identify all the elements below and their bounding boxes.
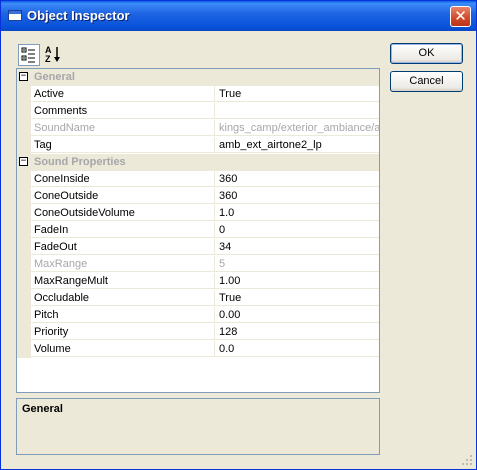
title-bar[interactable]: Object Inspector ✕ bbox=[1, 1, 476, 31]
property-row[interactable]: ConeOutsideVolume 1.0 bbox=[17, 205, 379, 222]
property-name: Volume bbox=[31, 341, 215, 357]
property-row[interactable]: Pitch 0.00 bbox=[17, 307, 379, 324]
row-gutter bbox=[17, 324, 31, 341]
property-name: Tag bbox=[31, 137, 215, 153]
property-name: ConeOutsideVolume bbox=[31, 205, 215, 221]
property-value[interactable]: 360 bbox=[215, 171, 379, 187]
property-name: SoundName bbox=[31, 120, 215, 136]
category-row[interactable]: − Sound Properties bbox=[17, 154, 379, 171]
property-row[interactable]: ConeOutside 360 bbox=[17, 188, 379, 205]
sort-az-icon: A Z bbox=[45, 45, 60, 64]
row-gutter bbox=[17, 222, 31, 239]
property-value[interactable]: 1.00 bbox=[215, 273, 379, 289]
category-label: General bbox=[34, 71, 75, 83]
close-button[interactable]: ✕ bbox=[450, 6, 471, 27]
property-name: MaxRangeMult bbox=[31, 273, 215, 289]
property-value[interactable]: True bbox=[215, 86, 379, 102]
window-icon bbox=[8, 10, 22, 21]
row-gutter bbox=[17, 341, 31, 358]
property-name: ConeOutside bbox=[31, 188, 215, 204]
property-name: FadeIn bbox=[31, 222, 215, 238]
property-value: kings_camp/exterior_ambiance/amb_ bbox=[215, 120, 379, 136]
property-row[interactable]: SoundNamekings_camp/exterior_ambiance/am… bbox=[17, 120, 379, 137]
row-gutter bbox=[17, 188, 31, 205]
description-panel: General bbox=[16, 398, 380, 455]
categorized-view-button[interactable] bbox=[18, 44, 40, 66]
categorized-icon bbox=[21, 47, 35, 63]
property-name: ConeInside bbox=[31, 171, 215, 187]
svg-text:Z: Z bbox=[45, 54, 51, 64]
property-value[interactable]: amb_ext_airtone2_lp bbox=[215, 137, 379, 153]
category-label: Sound Properties bbox=[34, 156, 126, 168]
property-row[interactable]: Tag amb_ext_airtone2_lp bbox=[17, 137, 379, 154]
description-title: General bbox=[22, 403, 63, 415]
property-value[interactable]: 34 bbox=[215, 239, 379, 255]
row-gutter bbox=[17, 256, 31, 273]
row-gutter bbox=[17, 103, 31, 120]
row-gutter bbox=[17, 273, 31, 290]
row-gutter bbox=[17, 307, 31, 324]
property-row[interactable]: Occludable True bbox=[17, 290, 379, 307]
property-value[interactable]: 0 bbox=[215, 222, 379, 238]
property-row[interactable]: Comments bbox=[17, 103, 379, 120]
row-gutter bbox=[17, 205, 31, 222]
category-row[interactable]: − General bbox=[17, 69, 379, 86]
property-value[interactable]: 128 bbox=[215, 324, 379, 340]
row-gutter bbox=[17, 137, 31, 154]
collapse-icon[interactable]: − bbox=[19, 157, 28, 166]
ok-button[interactable]: OK bbox=[390, 43, 463, 64]
property-value[interactable]: True bbox=[215, 290, 379, 306]
row-gutter bbox=[17, 86, 31, 103]
property-name: Comments bbox=[31, 103, 215, 119]
property-row[interactable]: ConeInside 360 bbox=[17, 171, 379, 188]
property-row[interactable]: Priority 128 bbox=[17, 324, 379, 341]
property-row[interactable]: MaxRange 5 bbox=[17, 256, 379, 273]
row-gutter bbox=[17, 120, 31, 137]
alphabetical-sort-button[interactable]: A Z bbox=[43, 44, 65, 66]
property-row[interactable]: Active True bbox=[17, 86, 379, 103]
object-inspector-window: Object Inspector ✕ A Z − General Active Tru… bbox=[0, 0, 477, 470]
property-value[interactable]: 1.0 bbox=[215, 205, 379, 221]
row-gutter bbox=[17, 239, 31, 256]
property-name: MaxRange bbox=[31, 256, 215, 272]
resize-grip-icon[interactable] bbox=[461, 454, 473, 466]
property-name: FadeOut bbox=[31, 239, 215, 255]
property-row[interactable]: FadeOut 34 bbox=[17, 239, 379, 256]
property-value: 5 bbox=[215, 256, 379, 272]
property-value[interactable]: 360 bbox=[215, 188, 379, 204]
row-gutter bbox=[17, 290, 31, 307]
property-value[interactable]: 0.00 bbox=[215, 307, 379, 323]
property-name: Occludable bbox=[31, 290, 215, 306]
property-name: Pitch bbox=[31, 307, 215, 323]
close-icon: ✕ bbox=[454, 7, 467, 25]
cancel-button[interactable]: Cancel bbox=[390, 71, 463, 92]
property-row[interactable]: MaxRangeMult 1.00 bbox=[17, 273, 379, 290]
property-row[interactable]: Volume 0.0 bbox=[17, 341, 379, 358]
property-row[interactable]: FadeIn 0 bbox=[17, 222, 379, 239]
property-grid[interactable]: − General Active True Comments SoundName kings… bbox=[16, 68, 380, 393]
collapse-icon[interactable]: − bbox=[19, 72, 28, 81]
window-title: Object Inspector bbox=[27, 8, 130, 23]
row-gutter bbox=[17, 171, 31, 188]
property-value[interactable]: 0.0 bbox=[215, 341, 379, 357]
property-name: Priority bbox=[31, 324, 215, 340]
property-name: Active bbox=[31, 86, 215, 102]
property-value[interactable] bbox=[215, 103, 379, 119]
